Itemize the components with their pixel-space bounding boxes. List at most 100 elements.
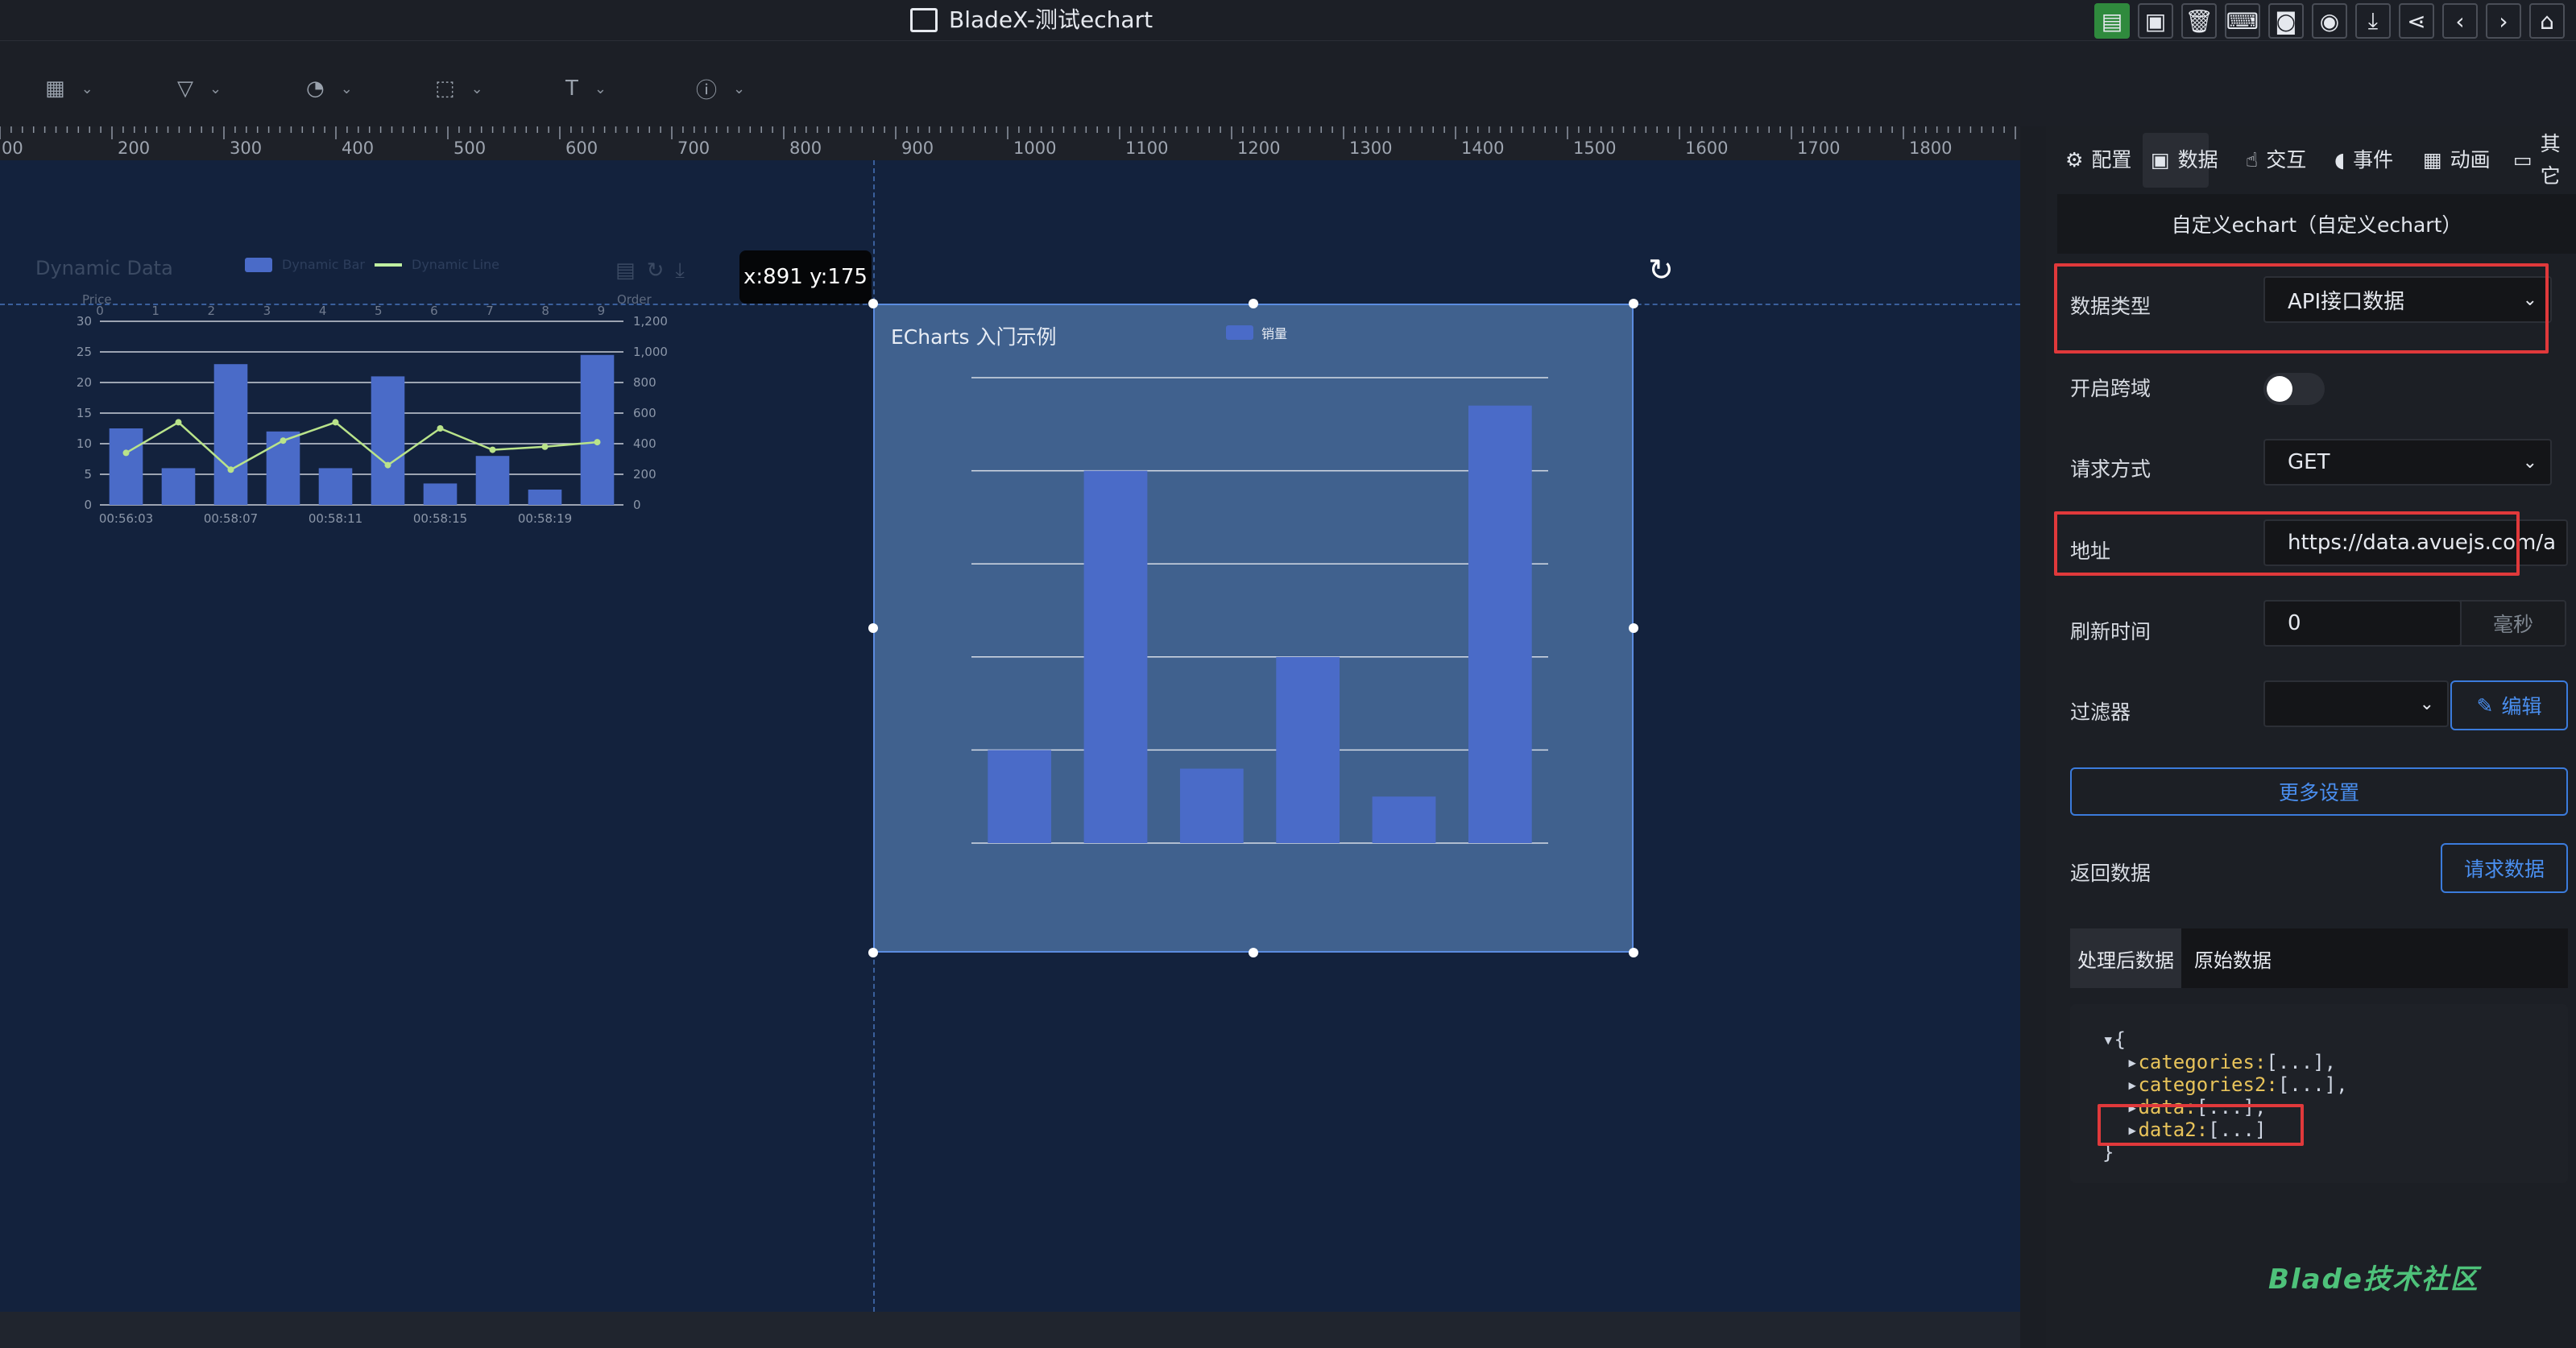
tab-animation[interactable]: ▦ 动画: [2423, 144, 2491, 176]
shape-tool[interactable]: ◔ ⌄: [306, 71, 353, 106]
shape-icon: ◔: [306, 76, 325, 101]
select-tool[interactable]: ⬚ ⌄: [435, 71, 483, 106]
table-tool[interactable]: ▦ ⌄: [45, 71, 93, 106]
text-tool[interactable]: T ⌄: [565, 71, 607, 106]
tab-processed-data[interactable]: 处理后数据: [2070, 928, 2181, 988]
echart-legend: 销量: [1226, 323, 1287, 342]
echart-plot: [971, 377, 1548, 844]
prev-icon[interactable]: ‹: [2442, 3, 2478, 39]
cors-toggle[interactable]: [2263, 373, 2325, 405]
tab-label: 动画: [2450, 148, 2491, 172]
right-tick-label: 600: [633, 406, 656, 420]
app-title: BladeX-测试echart: [910, 0, 1153, 40]
toolbar: [0, 40, 2576, 129]
dynamic-line: [125, 420, 598, 471]
tab-config[interactable]: ⚙ 配置: [2065, 144, 2131, 176]
ruler-label: 700: [677, 139, 710, 158]
method-select[interactable]: GET ⌄: [2263, 439, 2552, 486]
x-tick-label: 00:58:11: [309, 511, 362, 526]
next-icon[interactable]: ›: [2486, 3, 2521, 39]
ruler-label: 1000: [1013, 139, 1056, 158]
json-row[interactable]: ▸categories:[...],: [2127, 1051, 2336, 1073]
toggle-knob: [2267, 376, 2292, 402]
dynamic-line-point: [227, 466, 234, 473]
tab-data[interactable]: ▣ 数据: [2151, 144, 2218, 176]
save-icon[interactable]: ▣: [2138, 3, 2173, 39]
property-panel: ⚙ 配置 ▣ 数据 ☝ 交互 ◖ 事件 ▦ 动画 ▭ 其它 自定义echart（自定义ech…: [2046, 126, 2576, 1348]
share-icon[interactable]: ⋖: [2399, 3, 2434, 39]
filter-tool[interactable]: ▽ ⌄: [177, 71, 222, 106]
keyboard-icon[interactable]: ⌨: [2225, 3, 2260, 39]
refresh-input[interactable]: 0: [2263, 600, 2462, 647]
legend-swatch: [1226, 325, 1253, 340]
folder-icon: ▭: [2513, 148, 2533, 172]
dynamic-chart-title: Dynamic Data: [35, 257, 173, 279]
delete-icon[interactable]: 🗑: [2181, 3, 2217, 39]
resize-handle[interactable]: [868, 299, 878, 308]
resize-handle[interactable]: [1249, 299, 1258, 308]
top-tick-label: 7: [486, 304, 494, 318]
ruler-label: 300: [230, 139, 262, 158]
dynamic-line-point: [175, 419, 182, 426]
resize-handle[interactable]: [868, 623, 878, 633]
cors-label: 开启跨域: [2070, 377, 2151, 400]
highlight-box: [2054, 511, 2520, 576]
eye-icon[interactable]: ◉: [2312, 3, 2347, 39]
json-key: categories2:: [2138, 1073, 2278, 1096]
tab-interaction[interactable]: ☝ 交互: [2246, 144, 2306, 176]
home-icon[interactable]: ⌂: [2529, 3, 2565, 39]
top-tick-label: 4: [319, 304, 327, 318]
json-row[interactable]: ▸categories2:[...],: [2127, 1073, 2348, 1096]
bottom-strip: [0, 1312, 2046, 1348]
ruler-label: 800: [789, 139, 822, 158]
data-icon: ▣: [2151, 148, 2170, 172]
info-tool[interactable]: ⓘ ⌄: [696, 71, 745, 106]
rotate-icon[interactable]: ↻: [1648, 252, 1674, 287]
legend-label: 销量: [1261, 326, 1288, 341]
dynamic-chart[interactable]: Dynamic Data Dynamic Bar Dynamic Line ▤ …: [35, 247, 704, 650]
json-key: categories:: [2138, 1051, 2267, 1073]
more-settings-button[interactable]: 更多设置: [2070, 767, 2568, 816]
chevron-down-icon: ⌄: [81, 80, 93, 97]
excel-icon[interactable]: ▤: [2094, 3, 2130, 39]
resize-handle[interactable]: [1629, 948, 1638, 957]
tab-raw-data[interactable]: 原始数据: [2185, 928, 2281, 988]
tab-label: 数据: [2177, 148, 2218, 172]
ruler-label: 1600: [1685, 139, 1728, 158]
camera-icon[interactable]: ◙: [2268, 3, 2304, 39]
ruler-label: 500: [453, 139, 486, 158]
sales-bar: [1179, 768, 1244, 843]
resize-handle[interactable]: [1249, 948, 1258, 957]
download-icon[interactable]: ⤓: [675, 258, 685, 283]
highlight-box: [2098, 1104, 2304, 1146]
tab-other[interactable]: ▭ 其它: [2513, 132, 2576, 188]
filter-icon: ▽: [177, 76, 193, 101]
legend-bar-swatch: [245, 257, 272, 272]
dynamic-line-point: [594, 439, 601, 446]
ruler-ticks: 00 200 300 400 500 600 700 800 900 1000 1100 1200 13…: [0, 126, 2046, 158]
hand-icon: ☝: [2246, 148, 2259, 172]
request-data-button[interactable]: 请求数据: [2441, 843, 2568, 893]
resize-handle[interactable]: [868, 948, 878, 957]
panel-divider: [2020, 126, 2046, 1348]
resize-handle[interactable]: [1629, 299, 1638, 308]
x-tick-label: 00:58:07: [204, 511, 258, 526]
dynamic-line-point: [280, 437, 287, 445]
chevron-down-icon: ⌄: [2522, 452, 2537, 473]
select-value: GET: [2288, 450, 2330, 474]
resize-handle[interactable]: [1629, 623, 1638, 633]
chevron-down-icon: ⌄: [209, 80, 222, 97]
refresh-icon[interactable]: ↻: [647, 258, 665, 283]
download-icon[interactable]: ⤓: [2355, 3, 2391, 39]
refresh-label: 刷新时间: [2070, 620, 2151, 643]
document-icon[interactable]: ▤: [615, 258, 636, 283]
filter-select[interactable]: ⌄: [2263, 680, 2449, 727]
canvas[interactable]: Dynamic Data Dynamic Bar Dynamic Line ▤ …: [0, 160, 2020, 1312]
component-title: 自定义echart（自定义echart）: [2057, 194, 2576, 254]
tab-events[interactable]: ◖ 事件: [2334, 144, 2393, 176]
echart-component[interactable]: ECharts 入门示例 销量: [873, 304, 1634, 953]
watermark: Blade技术社区: [2268, 1263, 2479, 1296]
ruler-label: 1100: [1125, 139, 1168, 158]
dynamic-line-point: [437, 425, 444, 432]
edit-button[interactable]: ✎ 编辑: [2450, 680, 2568, 730]
